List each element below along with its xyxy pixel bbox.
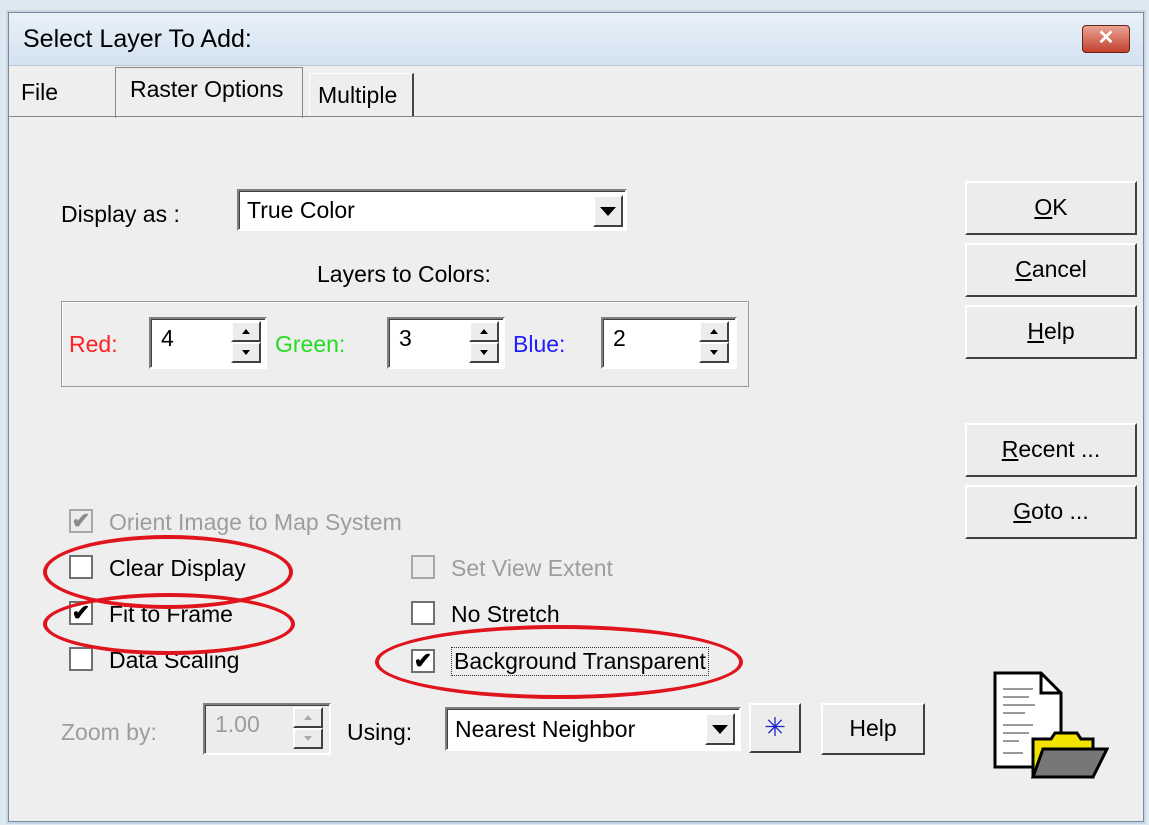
arrow-up-icon (480, 329, 488, 334)
check-icon: ✔ (413, 648, 433, 673)
arrow-down-icon (304, 736, 312, 741)
title-bar: Select Layer To Add: ✕ (9, 13, 1143, 66)
arrow-up-icon (710, 329, 718, 334)
chevron-down-icon (600, 206, 616, 216)
zoom-by-label: Zoom by: (61, 719, 157, 745)
fit-to-frame-label: Fit to Frame (109, 601, 233, 627)
green-band-value: 3 (399, 325, 412, 351)
using-label: Using: (347, 719, 413, 745)
green-spin-up[interactable] (469, 321, 499, 342)
ok-button[interactable]: OK (965, 181, 1137, 235)
display-as-select[interactable]: True Color (237, 189, 627, 231)
arrow-up-icon (304, 715, 312, 720)
blue-band-spinner[interactable]: 2 (601, 317, 737, 369)
tab-multiple[interactable]: Multiple (309, 73, 414, 116)
resampling-dropdown-button[interactable] (705, 713, 735, 745)
red-band-spinner[interactable]: 4 (149, 317, 267, 369)
data-scaling-label: Data Scaling (109, 647, 240, 673)
red-label: Red: (69, 331, 118, 357)
check-icon: ✔ (71, 508, 91, 533)
tab-file[interactable]: File (21, 79, 58, 106)
red-spin-up[interactable] (231, 321, 261, 342)
data-scaling-checkbox[interactable] (69, 647, 93, 671)
cancel-label: ancel (1031, 256, 1087, 282)
arrow-down-icon (242, 350, 250, 355)
select-layer-dialog: Select Layer To Add: ✕ File Raster Optio… (8, 12, 1144, 822)
resampling-options-button[interactable]: ✳ (749, 703, 801, 753)
close-button[interactable]: ✕ (1082, 25, 1130, 53)
display-as-value: True Color (247, 197, 355, 223)
zoom-spin-down (293, 728, 323, 749)
ok-label: K (1052, 194, 1068, 220)
recent-label: ecent ... (1018, 436, 1101, 462)
tab-raster-options[interactable]: Raster Options (115, 67, 303, 118)
arrow-down-icon (710, 350, 718, 355)
clear-display-checkbox[interactable] (69, 555, 93, 579)
goto-button[interactable]: Goto ... (965, 485, 1137, 539)
goto-accel: G (1013, 498, 1032, 524)
check-icon: ✔ (71, 600, 91, 625)
background-transparent-checkbox[interactable]: ✔ (411, 649, 435, 673)
layers-to-colors-heading: Layers to Colors: (317, 261, 491, 287)
cancel-button[interactable]: Cancel (965, 243, 1137, 297)
blue-spin-up[interactable] (699, 321, 729, 342)
no-stretch-checkbox[interactable] (411, 601, 435, 625)
red-band-value: 4 (161, 325, 174, 351)
green-spin-down[interactable] (469, 342, 499, 363)
fit-to-frame-checkbox[interactable]: ✔ (69, 601, 93, 625)
tab-file-label: File (21, 79, 59, 105)
help-bottom-label: Help (849, 715, 897, 741)
goto-label: oto ... (1031, 498, 1089, 524)
document-folder-icon (989, 669, 1110, 786)
zoom-by-spinner: 1.00 (203, 703, 331, 755)
chevron-down-icon (712, 724, 728, 734)
help-top-accel: H (1027, 318, 1044, 344)
ok-accel: O (1034, 194, 1053, 220)
recent-button[interactable]: Recent ... (965, 423, 1137, 477)
arrow-down-icon (480, 350, 488, 355)
orient-image-label: Orient Image to Map System (109, 509, 402, 535)
blue-spin-down[interactable] (699, 342, 729, 363)
green-label: Green: (275, 331, 346, 357)
tab-raster-options-label: Raster Options (130, 76, 284, 102)
set-view-extent-checkbox (411, 555, 435, 579)
clear-display-label: Clear Display (109, 555, 246, 581)
asterisk-icon: ✳ (764, 712, 786, 742)
recent-accel: R (1001, 436, 1019, 462)
display-as-label: Display as : (61, 201, 180, 227)
orient-image-checkbox: ✔ (69, 509, 93, 533)
cancel-accel: C (1015, 256, 1032, 282)
arrow-up-icon (242, 329, 250, 334)
zoom-by-value: 1.00 (215, 711, 260, 737)
blue-band-value: 2 (613, 325, 626, 351)
resampling-value: Nearest Neighbor (455, 716, 636, 742)
set-view-extent-label: Set View Extent (451, 555, 613, 581)
no-stretch-label: No Stretch (451, 601, 560, 627)
background-transparent-label: Background Transparent (451, 647, 709, 676)
help-button-bottom[interactable]: Help (821, 703, 925, 755)
help-top-label: elp (1043, 318, 1075, 344)
tab-multiple-label: Multiple (318, 82, 398, 108)
display-as-dropdown-button[interactable] (593, 195, 623, 227)
tab-divider (9, 116, 1143, 117)
window-title: Select Layer To Add: (23, 25, 252, 53)
help-button-top[interactable]: Help (965, 305, 1137, 359)
green-band-spinner[interactable]: 3 (387, 317, 505, 369)
close-icon: ✕ (1097, 27, 1115, 49)
blue-label: Blue: (513, 331, 566, 357)
resampling-select[interactable]: Nearest Neighbor (445, 707, 741, 751)
zoom-spin-up (293, 707, 323, 728)
red-spin-down[interactable] (231, 342, 261, 363)
